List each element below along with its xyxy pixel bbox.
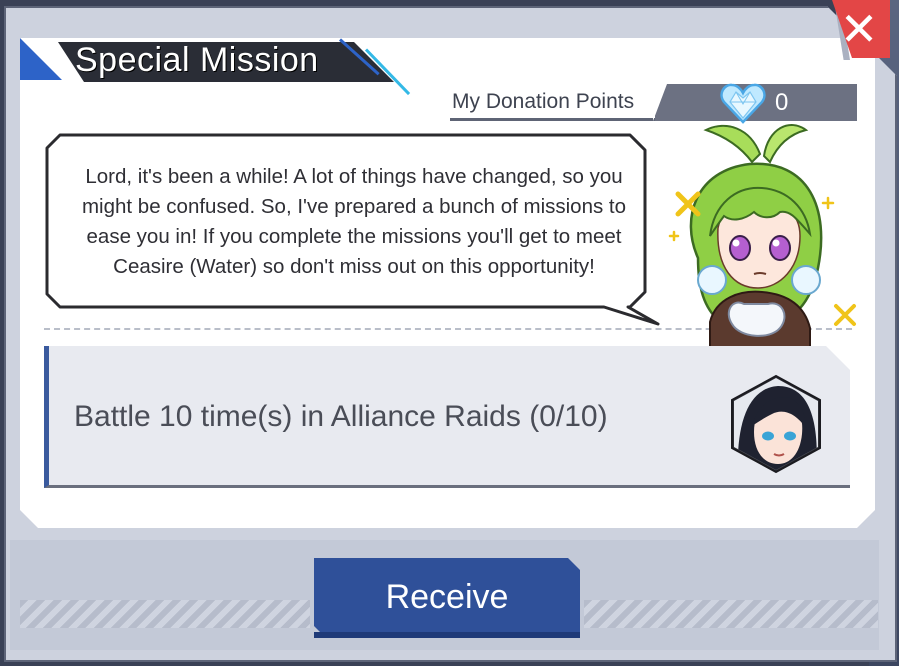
close-button[interactable]: ✕ — [820, 0, 890, 62]
speech-line: Lord, it's been a while! A lot of things… — [85, 165, 623, 188]
footer-stripes-left — [20, 600, 310, 628]
speech-line: Ceasire (Water) so don't miss out on thi… — [113, 255, 595, 278]
footer-stripes-right — [584, 600, 878, 628]
mission-text: Battle 10 time(s) in Alliance Raids (0/1… — [74, 400, 608, 433]
speech-text: Lord, it's been a while! A lot of things… — [64, 162, 644, 282]
donation-points-label: My Donation Points — [450, 84, 656, 121]
mascot-character — [668, 124, 856, 348]
receive-button-label: Receive — [385, 578, 509, 616]
mission-character-portrait — [731, 374, 821, 474]
speech-line: ease you in! If you complete the mission… — [86, 225, 622, 248]
close-icon: ✕ — [839, 2, 879, 56]
dialog-title: Special Mission — [75, 41, 319, 79]
speech-line: might be confused. So, I've prepared a b… — [81, 195, 627, 218]
